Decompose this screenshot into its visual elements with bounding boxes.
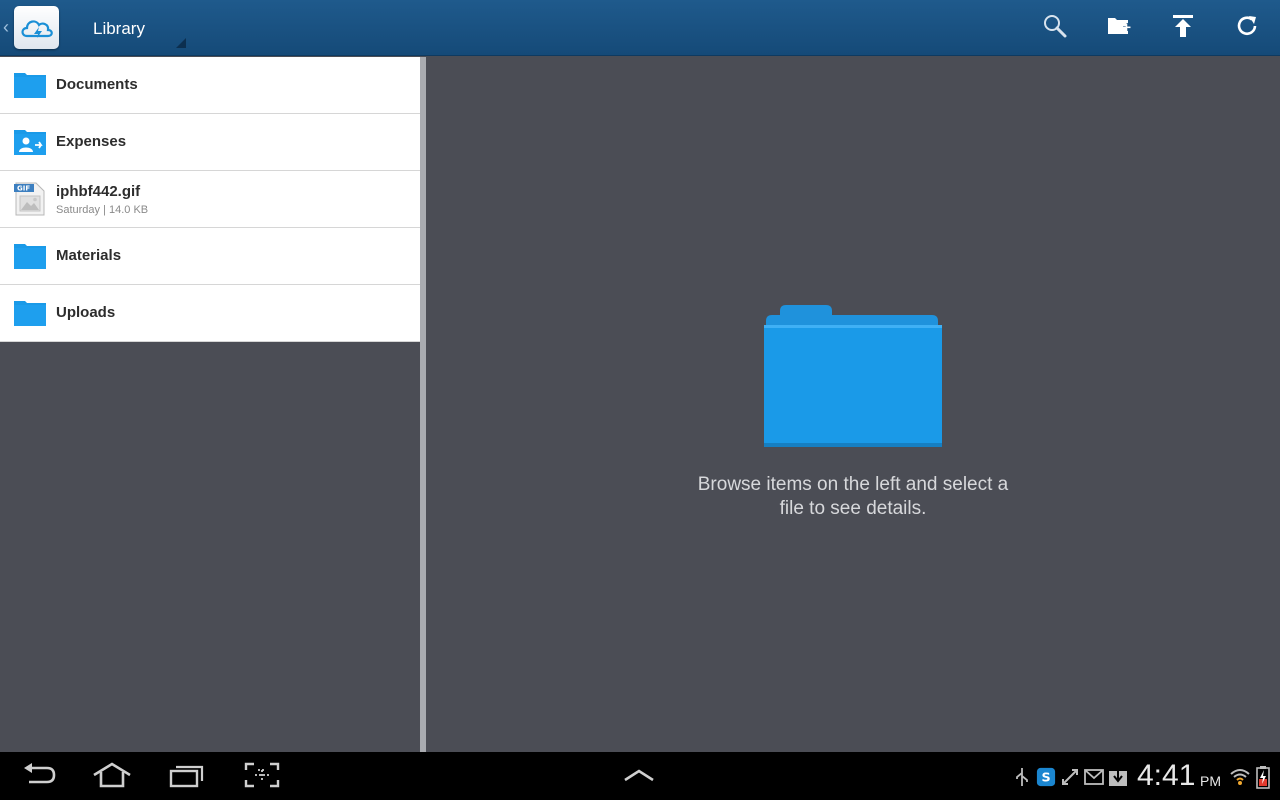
svg-text:GIF: GIF [17,185,30,193]
recent-apps-button[interactable] [165,762,209,792]
spinner-corner-icon [176,38,186,48]
refresh-icon [1234,13,1260,44]
item-name: iphbf442.gif [56,183,141,200]
shared-folder-icon [12,127,48,157]
file-list: Documents Expenses GIF iphbf442.gif Satu… [0,57,420,342]
system-bar: S 4:41 PM [0,752,1280,800]
wifi-icon [1229,766,1251,793]
chevron-left-icon[interactable]: ‹ [3,17,9,37]
file-list-pane: Documents Expenses GIF iphbf442.gif Satu… [0,57,420,752]
folder-icon [12,298,48,328]
app-drawer-button[interactable] [617,762,661,792]
item-name: Uploads [56,304,116,321]
list-item-uploads[interactable]: Uploads [0,285,420,342]
gif-file-icon: GIF [12,182,48,216]
list-item-materials[interactable]: Materials [0,228,420,285]
library-nav-spinner[interactable]: Library [76,0,186,48]
search-button[interactable] [1037,10,1073,46]
battery-icon [1255,765,1271,794]
refresh-button[interactable] [1229,10,1265,46]
item-name: Expenses [56,133,127,150]
action-bar: ‹ Library [0,0,1280,56]
folder-icon [12,70,48,100]
upload-icon [1171,13,1195,44]
empty-message-line1: Browse items on the left and select a [697,474,1009,495]
skype-icon: S [1036,766,1056,788]
list-item-expenses[interactable]: Expenses [0,114,420,171]
back-icon [21,762,57,793]
new-folder-icon [1106,14,1132,43]
screenshot-button[interactable] [240,762,284,792]
clock-time: 4:41 [1137,759,1196,792]
clock-ampm: PM [1200,773,1221,789]
item-name: Materials [56,247,122,264]
item-name: Documents [56,76,138,93]
search-icon [1042,13,1068,44]
folder-icon [762,303,944,449]
cloud-sync-icon[interactable] [14,6,59,49]
download-icon [1108,766,1128,788]
empty-state-message: Browse items on the left and select a fi… [653,473,1053,521]
folder-icon [12,241,48,271]
back-button[interactable] [17,762,61,792]
usb-icon [1012,766,1032,788]
empty-message-line2: file to see details. [779,498,927,519]
home-button[interactable] [90,761,134,793]
item-meta: Saturday | 14.0 KB [56,204,149,216]
list-item-iphbf442-gif[interactable]: GIF iphbf442.gif Saturday | 14.0 KB [0,171,420,228]
notification-icons[interactable]: S [1012,764,1128,790]
gmail-icon [1084,766,1104,788]
new-folder-button[interactable] [1101,10,1137,46]
recent-apps-icon [168,762,206,793]
upload-button[interactable] [1165,10,1201,46]
list-item-documents[interactable]: Documents [0,57,420,114]
nav-title: Library [93,19,145,38]
svg-text:S: S [1041,770,1050,785]
detail-pane: Browse items on the left and select a fi… [426,57,1280,752]
screenshot-icon [244,762,280,793]
home-icon [91,761,133,793]
chevron-up-icon [622,767,656,788]
sync-icon [1060,766,1080,788]
